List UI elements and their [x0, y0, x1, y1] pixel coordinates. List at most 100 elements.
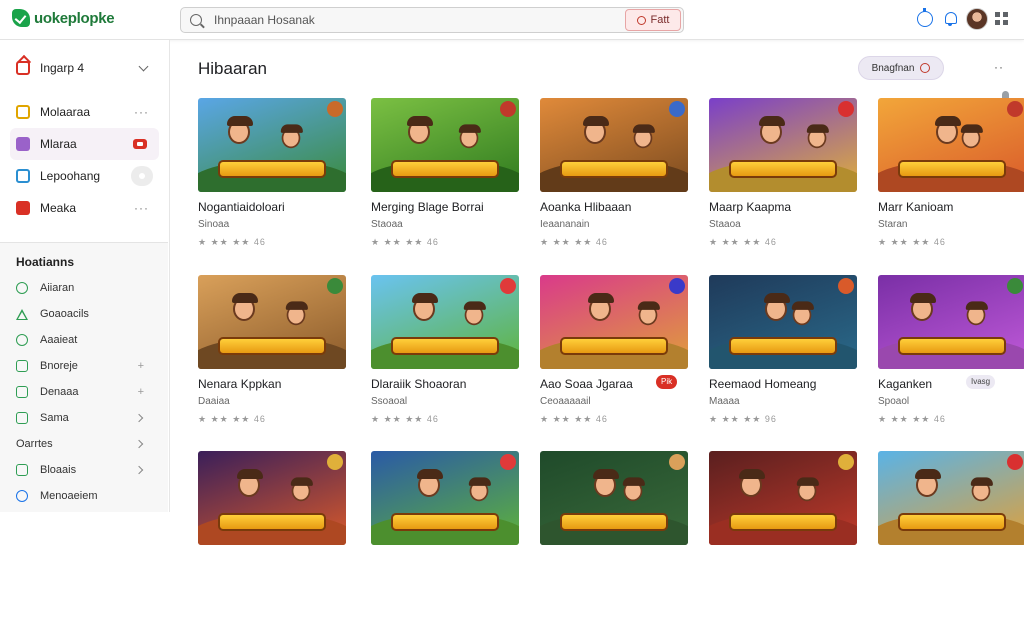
app-name[interactable]: Nogantiaidoloari: [198, 200, 348, 214]
app-card[interactable]: [878, 451, 1024, 621]
app-name[interactable]: Marr Kanioam: [878, 200, 1024, 214]
app-category: Ssoaoal: [371, 396, 408, 407]
thumbnail-title-banner: [218, 513, 326, 531]
sidebar-category-item[interactable]: Aiiaran: [10, 275, 158, 301]
badge-icon: [500, 278, 516, 294]
character-face: [588, 293, 614, 321]
sidebar-item-home[interactable]: Ingarp 4: [10, 52, 159, 84]
app-thumbnail[interactable]: [371, 451, 519, 545]
app-card[interactable]: Aoanka Hlibaaan Ieaananain ★ ★★ ★★ 46: [540, 98, 688, 268]
app-thumbnail[interactable]: [198, 275, 346, 369]
app-card[interactable]: Nogantiaidoloari Sinoaa ★ ★★ ★★ 46: [198, 98, 346, 268]
toggle-switch[interactable]: [131, 166, 153, 186]
app-card[interactable]: [198, 451, 346, 621]
app-rating: ★ ★★ ★★ 46: [371, 414, 439, 424]
badge-icon: [500, 101, 516, 117]
film-icon: [16, 137, 30, 151]
more-options-icon[interactable]: ···: [134, 105, 149, 119]
sidebar-category-item[interactable]: Aaaieat: [10, 327, 158, 353]
sidebar-category-item[interactable]: Sama: [10, 405, 158, 431]
sidebar-section-title: Hoatianns: [16, 255, 75, 269]
app-name[interactable]: Maarp Kaapma: [709, 200, 859, 214]
badge-icon: [327, 101, 343, 117]
app-card[interactable]: [371, 451, 519, 621]
sidebar-category-item[interactable]: Goaoacils: [10, 301, 158, 327]
more-options-icon[interactable]: ···: [134, 201, 149, 215]
character-face: [739, 469, 765, 497]
gamepad-icon: [16, 169, 30, 183]
search-button[interactable]: Fatt: [625, 9, 681, 31]
filter-chip[interactable]: Bnagfnan: [858, 56, 944, 80]
user-avatar[interactable]: [966, 8, 988, 30]
character-face: [791, 301, 814, 326]
sidebar-category-item[interactable]: Bloaais: [10, 457, 158, 483]
character-face: [622, 477, 645, 502]
app-thumbnail[interactable]: [198, 98, 346, 192]
app-name[interactable]: Kaganken: [878, 377, 1024, 391]
app-logo[interactable]: uokeplopke: [12, 9, 115, 27]
app-thumbnail[interactable]: [371, 98, 519, 192]
sidebar-item-movies[interactable]: Mlaraa: [10, 128, 159, 160]
sidebar-item-games[interactable]: Lepoohang: [10, 160, 159, 192]
notification-bell-icon[interactable]: [943, 11, 959, 27]
sidebar-item-books[interactable]: Meaka ···: [10, 192, 159, 224]
app-thumbnail[interactable]: [878, 98, 1024, 192]
sidebar-category-item[interactable]: Denaaa +: [10, 379, 158, 405]
badge-icon: [1007, 101, 1023, 117]
chevron-down-icon[interactable]: [138, 61, 149, 71]
app-card[interactable]: [709, 451, 857, 621]
sidebar-subsection-header[interactable]: Oarrtes: [10, 431, 158, 457]
app-card[interactable]: Marr Kanioam Staran ★ ★★ ★★ 46: [878, 98, 1024, 268]
app-name[interactable]: Merging Blage Borrai: [371, 200, 521, 214]
app-card[interactable]: Kaganken Spoaol ★ ★★ ★★ 46 Ivasg: [878, 275, 1024, 445]
app-card[interactable]: Dlaraiik Shoaoran Ssoaoal ★ ★★ ★★ 46: [371, 275, 519, 445]
app-category: Staoaa: [371, 219, 403, 230]
more-options-icon[interactable]: ··: [994, 60, 1004, 74]
app-thumbnail[interactable]: [540, 451, 688, 545]
character-face: [290, 477, 313, 502]
sidebar-category-item[interactable]: Menoaeiem: [10, 483, 158, 509]
category-trail[interactable]: +: [138, 360, 144, 372]
app-name[interactable]: Nenara Kppkan: [198, 377, 348, 391]
app-thumbnail[interactable]: [878, 451, 1024, 545]
app-thumbnail[interactable]: [878, 275, 1024, 369]
thumbnail-title-banner: [898, 337, 1006, 355]
badge-icon: [669, 454, 685, 470]
app-name[interactable]: Dlaraiik Shoaoran: [371, 377, 521, 391]
app-name[interactable]: Reemaod Homeang: [709, 377, 859, 391]
app-rating: ★ ★★ ★★ 96: [709, 414, 777, 424]
app-card[interactable]: Nenara Kppkan Daaiaa ★ ★★ ★★ 46: [198, 275, 346, 445]
app-thumbnail[interactable]: [540, 98, 688, 192]
filter-chip-label: Bnagfnan: [871, 62, 915, 74]
sidebar-category-item[interactable]: Bnoreje +: [10, 353, 158, 379]
search-input[interactable]: [214, 13, 625, 27]
app-thumbnail[interactable]: [709, 451, 857, 545]
app-thumbnail[interactable]: [371, 275, 519, 369]
app-thumbnail[interactable]: [540, 275, 688, 369]
main-content: Hibaaran Bnagfnan ·· Nogantiaidoloari Sin…: [170, 40, 1024, 545]
sidebar-subsection-title: Oarrtes: [16, 438, 53, 450]
circle-icon: [16, 334, 28, 346]
app-thumbnail[interactable]: [198, 451, 346, 545]
thumbnail-title-banner: [218, 160, 326, 178]
app-rating: ★ ★★ ★★ 46: [198, 414, 266, 424]
app-card[interactable]: [540, 451, 688, 621]
app-card[interactable]: Aao Soaa Jgaraa Ceoaaaaail ★ ★★ ★★ 46 Pik: [540, 275, 688, 445]
app-card[interactable]: Reemaod Homeang Maaaa ★ ★★ ★★ 96: [709, 275, 857, 445]
clear-filter-icon[interactable]: [920, 63, 931, 73]
app-card[interactable]: Maarp Kaapma Staaoa ★ ★★ ★★ 46: [709, 98, 857, 268]
thumbnail-title-banner: [391, 160, 499, 178]
category-label: Bnoreje: [40, 360, 78, 372]
app-thumbnail[interactable]: [709, 98, 857, 192]
category-trail[interactable]: +: [138, 386, 144, 398]
app-thumbnail[interactable]: [709, 275, 857, 369]
apps-grid-icon[interactable]: [994, 11, 1010, 27]
app-name[interactable]: Aoanka Hlibaaan: [540, 200, 690, 214]
character-face: [759, 116, 785, 144]
timer-icon[interactable]: [917, 8, 933, 27]
category-label: Sama: [40, 412, 69, 424]
app-rating: ★ ★★ ★★ 46: [878, 414, 946, 424]
sidebar-item-store[interactable]: Molaaraa ···: [10, 96, 159, 128]
character-face: [232, 293, 258, 321]
app-card[interactable]: Merging Blage Borrai Staoaa ★ ★★ ★★ 46: [371, 98, 519, 268]
